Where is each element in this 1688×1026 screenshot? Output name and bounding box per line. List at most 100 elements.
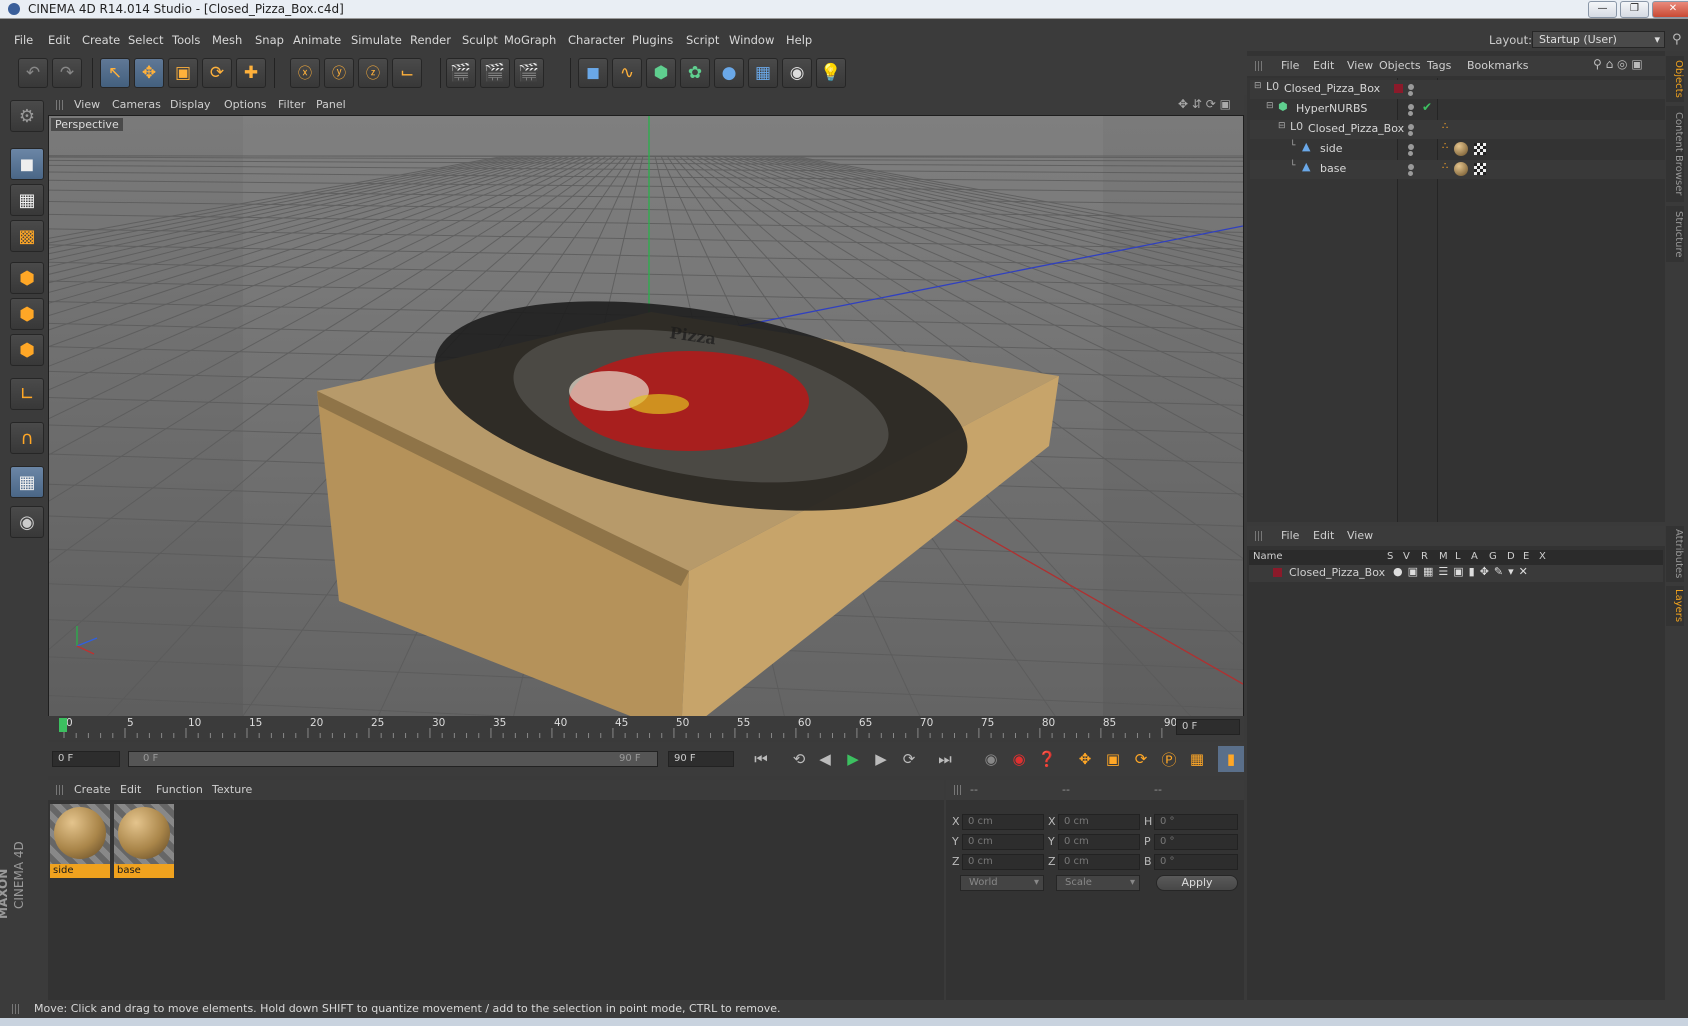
editor-visibility-dot[interactable] <box>1408 124 1414 130</box>
workplane-lock-icon[interactable]: ▦ <box>10 466 44 498</box>
layer-toggle-icons[interactable]: ●▣▦☰▣▮✥✎▾✕ <box>1393 565 1533 578</box>
expand-toggle-icon[interactable]: ⊟ <box>1266 101 1274 111</box>
key-rotation-icon[interactable]: ⟳ <box>1128 746 1154 772</box>
objects-menu-bookmarks[interactable]: Bookmarks <box>1467 59 1528 72</box>
playhead[interactable] <box>59 718 67 732</box>
object-name[interactable]: side <box>1320 142 1343 155</box>
layers-menu-file[interactable]: File <box>1281 529 1299 542</box>
y-axis-lock-icon[interactable]: ⓨ <box>324 58 354 88</box>
make-editable-icon[interactable]: ⚙ <box>10 100 44 132</box>
object-row[interactable]: ⊟ L0 Closed_Pizza_Box <box>1250 80 1665 99</box>
light-icon[interactable]: 💡 <box>816 58 846 88</box>
viewport-menu-cameras[interactable]: Cameras <box>112 98 161 111</box>
record-keyframe-icon[interactable]: ◉ <box>1006 746 1032 772</box>
menu-file[interactable]: File <box>14 33 33 47</box>
menu-sculpt[interactable]: Sculpt <box>462 33 498 47</box>
layers-menu-edit[interactable]: Edit <box>1313 529 1334 542</box>
expand-toggle-icon[interactable]: ⊟ <box>1278 121 1286 131</box>
layer-name[interactable]: Closed_Pizza_Box <box>1289 566 1385 579</box>
coordinate-system-icon[interactable]: ⌙ <box>392 58 422 88</box>
layer-row[interactable]: Closed_Pizza_Box ●▣▦☰▣▮✥✎▾✕ <box>1249 565 1663 582</box>
texture-mode-icon[interactable]: ▦ <box>10 184 44 216</box>
array-icon[interactable]: ✿ <box>680 58 710 88</box>
expand-toggle-icon[interactable]: └ <box>1290 141 1295 151</box>
menu-snap[interactable]: Snap <box>255 33 284 47</box>
next-key-icon[interactable]: ⟳ <box>896 746 922 772</box>
editor-visibility-dot[interactable] <box>1408 104 1414 110</box>
floor-scene-icon[interactable]: ▦ <box>748 58 778 88</box>
rotate-tool-icon[interactable]: ⟳ <box>202 58 232 88</box>
timeline-ruler[interactable]: 0 5 10 15 20 25 30 35 40 45 50 55 60 65 70 75 80 85 90 0 F <box>48 716 1244 740</box>
coord-rot-field[interactable]: 0 ° <box>1154 854 1238 870</box>
layers-column-a[interactable]: A <box>1471 551 1478 562</box>
viewport-menu-options[interactable]: Options <box>224 98 266 111</box>
scale-tool-icon[interactable]: ▣ <box>168 58 198 88</box>
soft-selection-icon[interactable]: ◉ <box>10 506 44 538</box>
panel-grip[interactable] <box>56 100 64 110</box>
viewport-menu-panel[interactable]: Panel <box>316 98 346 111</box>
panel-grip[interactable] <box>1255 531 1263 541</box>
cube-primitive-icon[interactable]: ◼ <box>578 58 608 88</box>
nurbs-icon[interactable]: ⬢ <box>646 58 676 88</box>
material-swatch-base[interactable]: base <box>114 804 174 878</box>
magnet-snap-icon[interactable]: ∩ <box>10 422 44 454</box>
layers-column-m[interactable]: M <box>1439 551 1448 562</box>
undo-icon[interactable]: ↶ <box>18 58 48 88</box>
expand-toggle-icon[interactable]: ⊟ <box>1254 81 1262 91</box>
object-row[interactable]: ⊟ L0 Closed_Pizza_Box ∴ <box>1250 120 1665 139</box>
menu-plugins[interactable]: Plugins <box>632 33 673 47</box>
expand-toggle-icon[interactable]: └ <box>1290 161 1295 171</box>
object-name[interactable]: HyperNURBS <box>1296 102 1367 115</box>
layers-column-r[interactable]: R <box>1421 551 1428 562</box>
objects-menu-tags[interactable]: Tags <box>1427 59 1451 72</box>
panel-grip[interactable] <box>56 785 64 795</box>
axis-mode-icon[interactable]: ∟ <box>10 378 44 410</box>
layers-column-x[interactable]: X <box>1539 551 1546 562</box>
object-row[interactable]: └ ▲ base ∴ <box>1250 160 1665 179</box>
goto-start-icon[interactable]: ⏮ <box>748 746 774 772</box>
size-mode-dropdown[interactable]: Scale ▾ <box>1056 875 1140 891</box>
render-visibility-dot[interactable] <box>1408 151 1413 156</box>
editor-visibility-dot[interactable] <box>1408 84 1414 90</box>
editor-visibility-dot[interactable] <box>1408 144 1414 150</box>
menu-mograph[interactable]: MoGraph <box>504 33 556 47</box>
layers-column-d[interactable]: D <box>1507 551 1515 562</box>
close-button[interactable]: ✕ <box>1652 1 1688 18</box>
render-view-icon[interactable]: 🎬 <box>446 58 476 88</box>
side-tab-layers[interactable]: Layers <box>1666 586 1684 626</box>
phong-tag-icon[interactable]: ∴ <box>1442 141 1448 152</box>
layer-color-tag[interactable] <box>1394 84 1403 93</box>
menu-tools[interactable]: Tools <box>172 33 200 47</box>
menu-character[interactable]: Character <box>568 33 625 47</box>
coord-rot-field[interactable]: 0 ° <box>1154 834 1238 850</box>
uvw-tag-icon[interactable] <box>1474 163 1486 175</box>
layers-column-s[interactable]: S <box>1387 551 1393 562</box>
deformer-icon[interactable]: ● <box>714 58 744 88</box>
menu-edit[interactable]: Edit <box>48 33 70 47</box>
render-visibility-dot[interactable] <box>1408 91 1413 96</box>
material-tag-icon[interactable] <box>1454 162 1468 176</box>
key-position-icon[interactable]: ✥ <box>1072 746 1098 772</box>
editor-visibility-dot[interactable] <box>1408 164 1414 170</box>
object-name[interactable]: Closed_Pizza_Box <box>1284 82 1380 95</box>
material-menu-texture[interactable]: Texture <box>212 783 252 796</box>
material-tag-icon[interactable] <box>1454 142 1468 156</box>
panel-grip[interactable] <box>12 1004 20 1014</box>
viewport-menu-display[interactable]: Display <box>170 98 211 111</box>
panel-grip[interactable] <box>954 785 962 795</box>
coord-size-field[interactable]: 0 cm <box>1058 814 1140 830</box>
x-axis-lock-icon[interactable]: ⓧ <box>290 58 320 88</box>
side-tab-structure[interactable]: Structure <box>1666 206 1684 262</box>
material-menu-create[interactable]: Create <box>74 783 111 796</box>
layers-column-l[interactable]: L <box>1455 551 1461 562</box>
objects-menu-objects[interactable]: Objects <box>1379 59 1421 72</box>
play-icon[interactable]: ▶ <box>840 746 866 772</box>
key-scale-icon[interactable]: ▣ <box>1100 746 1126 772</box>
minimize-button[interactable]: — <box>1588 1 1617 18</box>
layers-column-e[interactable]: E <box>1523 551 1529 562</box>
side-tab-objects[interactable]: Objects <box>1666 56 1684 102</box>
viewport-menu-view[interactable]: View <box>74 98 100 111</box>
layout-dropdown[interactable]: Startup (User) ▾ <box>1532 31 1665 48</box>
camera-icon[interactable]: ◉ <box>782 58 812 88</box>
model-mode-icon[interactable]: ◼ <box>10 148 44 180</box>
